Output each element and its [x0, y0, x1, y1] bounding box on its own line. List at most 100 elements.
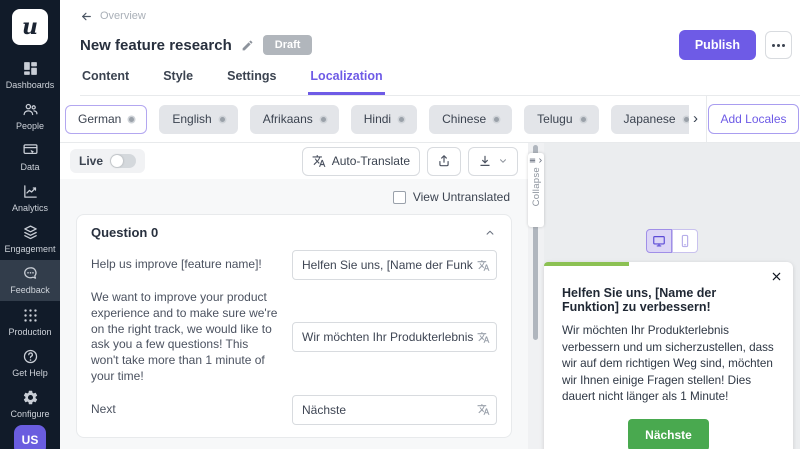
app-logo[interactable]: u [12, 9, 48, 45]
tab-localization[interactable]: Localization [308, 69, 384, 95]
preview-panel: Helfen Sie uns, [Name der Funktion] zu v… [544, 143, 800, 449]
locale-chip-japanese[interactable]: Japanese [611, 105, 689, 134]
sidebar-item-label: People [16, 121, 44, 131]
drag-handle-icon [529, 157, 536, 164]
locale-status-dot-icon [581, 117, 586, 122]
upload-translations-button[interactable] [427, 147, 461, 176]
mobile-preview-button[interactable] [672, 229, 698, 253]
source-text: We want to improve your product experien… [91, 290, 278, 385]
chips-scroll-chevron-icon[interactable]: › [689, 110, 706, 129]
sidebar-item-data[interactable]: Data [0, 137, 60, 178]
app-root: u Dashboards People Data Analytics Engagemen… [0, 0, 800, 449]
sidebar-item-production[interactable]: Production [0, 302, 60, 343]
page-header: Overview New feature research Draft Publ… [60, 0, 800, 96]
locale-chip-telugu[interactable]: Telugu [524, 105, 598, 134]
locale-chip-label: Afrikaans [263, 112, 313, 126]
preview-title: Helfen Sie uns, [Name der Funktion] zu v… [562, 286, 775, 314]
translation-row: We want to improve your product experien… [91, 290, 497, 385]
status-badge: Draft [263, 35, 313, 55]
view-untranslated-checkbox[interactable] [393, 191, 406, 204]
translate-icon[interactable] [477, 403, 490, 416]
sidebar-item-dashboards[interactable]: Dashboards [0, 55, 60, 96]
locale-chip-german[interactable]: German [65, 105, 147, 134]
analytics-icon [22, 183, 39, 200]
locale-status-dot-icon [684, 117, 689, 122]
locale-chip-afrikaans[interactable]: Afrikaans [250, 105, 339, 134]
sidebar-item-configure[interactable]: Configure [0, 384, 60, 425]
locale-chip-hindi[interactable]: Hindi [351, 105, 417, 134]
edit-title-icon[interactable] [241, 39, 254, 52]
collapse-section-icon[interactable] [483, 226, 497, 240]
sidebar-item-analytics[interactable]: Analytics [0, 178, 60, 219]
locale-chip-label: Hindi [364, 112, 391, 126]
view-untranslated-control[interactable]: View Untranslated [78, 190, 510, 204]
panel-divider: Collapse [528, 143, 544, 449]
breadcrumb[interactable]: Overview [80, 8, 800, 24]
translation-value: Helfen Sie uns, [Name der Funktion] zu v… [302, 258, 473, 272]
preview-close-icon[interactable] [771, 271, 782, 282]
question-title: Question 0 [91, 225, 158, 240]
sidebar-item-label: Configure [10, 409, 49, 419]
device-toggle [646, 229, 698, 253]
people-icon [22, 101, 39, 118]
upload-icon [437, 154, 451, 168]
desktop-preview-button[interactable] [646, 229, 672, 253]
workarea: Live Auto-Translate [60, 143, 800, 449]
sidebar-item-people[interactable]: People [0, 96, 60, 137]
configure-icon [22, 389, 39, 406]
auto-translate-button[interactable]: Auto-Translate [302, 147, 420, 176]
preview-next-button[interactable]: Nächste [628, 419, 709, 449]
question-sections: Question 0 Help us improve [feature name… [76, 214, 512, 449]
locale-chip-list: German English Afrikaans Hindi Chinese Telugu… [60, 105, 689, 134]
source-text: Next [91, 402, 278, 418]
data-icon [22, 142, 39, 159]
sidebar-item-label: Engagement [4, 244, 55, 254]
live-label: Live [79, 154, 103, 168]
translate-icon[interactable] [477, 259, 490, 272]
more-options-button[interactable] [765, 31, 792, 59]
tab-bar: Content Style Settings Localization [80, 69, 800, 96]
tab-settings[interactable]: Settings [225, 69, 278, 95]
download-translations-button[interactable] [468, 147, 518, 176]
locale-chip-chinese[interactable]: Chinese [429, 105, 512, 134]
locale-chip-label: English [172, 112, 211, 126]
locale-chip-label: Telugu [537, 112, 572, 126]
tab-style[interactable]: Style [161, 69, 195, 95]
sidebar-item-label: Analytics [12, 203, 48, 213]
translation-input[interactable]: Nächste [292, 395, 497, 425]
engagement-icon [22, 224, 39, 241]
locale-chip-english[interactable]: English [159, 105, 237, 134]
source-text: Help us improve [feature name]! [91, 257, 278, 273]
tab-content[interactable]: Content [80, 69, 131, 95]
live-toggle-group[interactable]: Live [70, 149, 145, 173]
sidebar-item-get-help[interactable]: Get Help [0, 343, 60, 384]
live-toggle[interactable] [110, 154, 136, 168]
locale-status-dot-icon [494, 117, 499, 122]
title-row: New feature research Draft Publish [80, 30, 800, 60]
translation-input[interactable]: Wir möchten Ihr Produkterlebnis verbesse… [292, 322, 497, 352]
toolbar-actions: Auto-Translate [302, 147, 518, 176]
sidebar-item-feedback[interactable]: Feedback [0, 260, 60, 301]
sidebar-item-label: Dashboards [6, 80, 55, 90]
user-avatar[interactable]: US [14, 425, 46, 449]
back-arrow-icon[interactable] [80, 10, 93, 23]
collapse-preview-tab[interactable]: Collapse [528, 153, 544, 227]
sidebar-item-engagement[interactable]: Engagement [0, 219, 60, 260]
locale-status-dot-icon [321, 117, 326, 122]
translate-icon[interactable] [477, 331, 490, 344]
sidebar-item-label: Get Help [12, 368, 48, 378]
translate-icon [312, 154, 326, 168]
locale-chip-label: Japanese [624, 112, 676, 126]
feedback-icon [22, 265, 39, 282]
locale-chip-label: Chinese [442, 112, 486, 126]
locales-bar: German English Afrikaans Hindi Chinese Telugu… [60, 96, 800, 143]
translation-input[interactable]: Helfen Sie uns, [Name der Funktion] zu v… [292, 250, 497, 280]
chevron-right-icon [537, 157, 544, 164]
publish-button[interactable]: Publish [679, 30, 756, 60]
breadcrumb-overview-label[interactable]: Overview [100, 10, 146, 22]
locale-status-dot-icon [220, 117, 225, 122]
auto-translate-label: Auto-Translate [332, 154, 410, 168]
locale-status-dot-icon [399, 117, 404, 122]
add-locales-button[interactable]: Add Locales [708, 104, 798, 134]
dashboards-icon [22, 60, 39, 77]
